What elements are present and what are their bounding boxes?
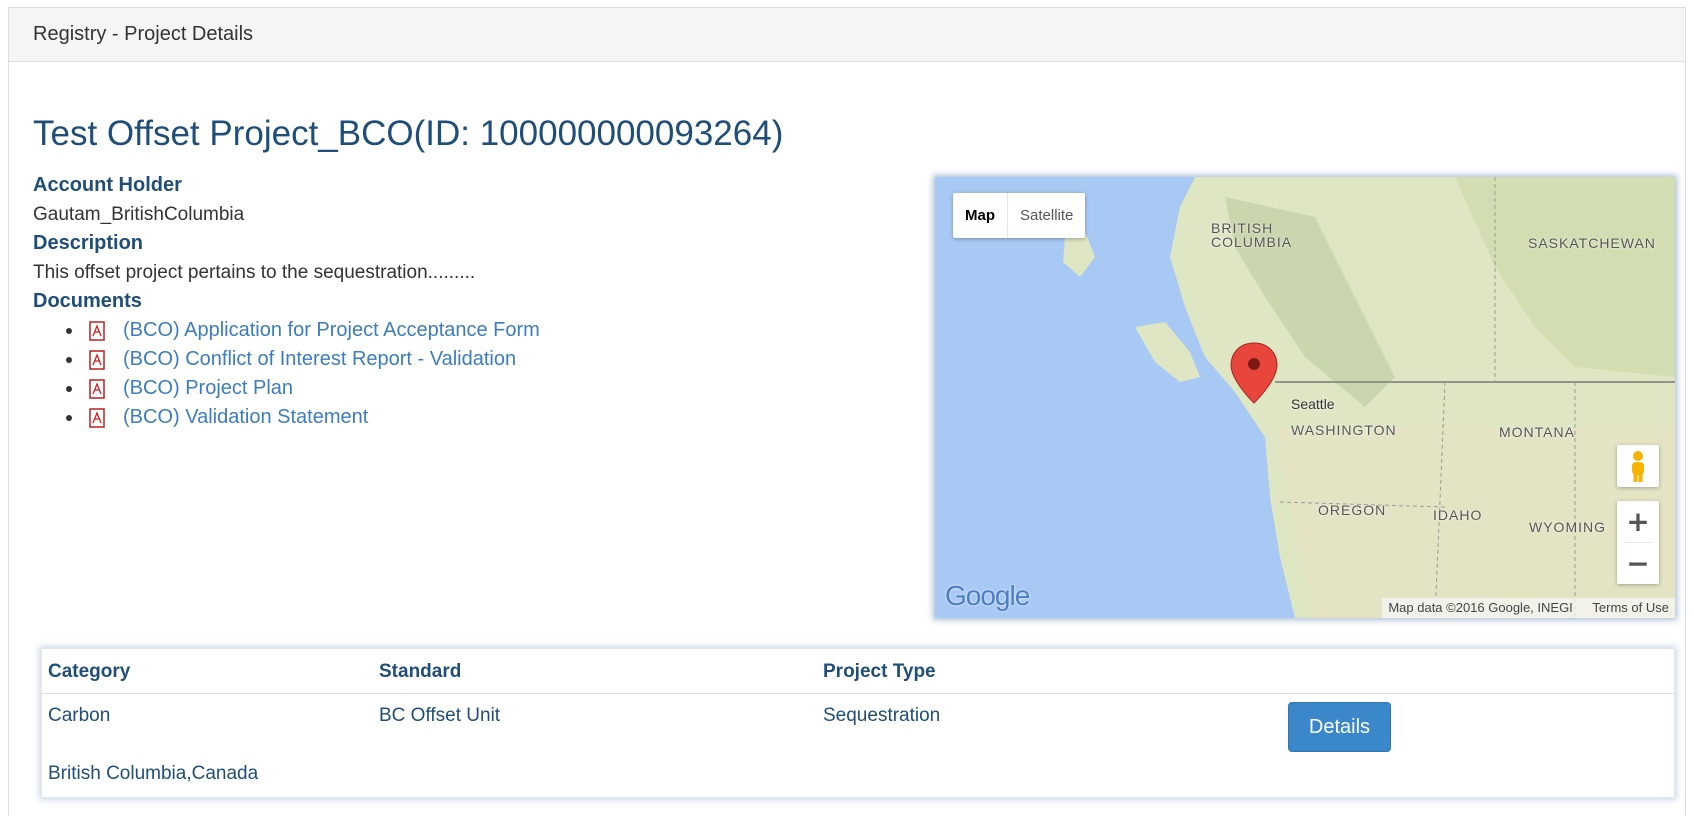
map-attribution: Map data ©2016 Google, INEGI Terms of Us…	[1382, 598, 1675, 618]
panel-heading: Registry - Project Details	[9, 8, 1685, 62]
map-type-satellite-button[interactable]: Satellite	[1008, 193, 1085, 238]
account-holder-label: Account Holder	[33, 174, 182, 196]
pdf-icon	[89, 379, 105, 399]
map-label-saskatchewan: SASKATCHEWAN	[1528, 235, 1656, 251]
pdf-icon	[89, 321, 105, 341]
bullet	[66, 328, 72, 334]
pegman-icon	[1632, 451, 1644, 482]
map-type-control: Map Satellite	[953, 193, 1086, 238]
page-title: Test Offset Project_BCO(ID: 100000000093…	[33, 114, 784, 153]
project-info: Account Holder Gautam_BritishColumbia De…	[33, 171, 913, 432]
bullet	[66, 357, 72, 363]
list-item: (BCO) Application for Project Acceptance…	[66, 316, 913, 345]
list-item: (BCO) Conflict of Interest Report - Vali…	[66, 345, 913, 374]
pdf-icon	[89, 350, 105, 370]
cell-category: Carbon	[48, 705, 111, 726]
description-label: Description	[33, 232, 144, 254]
zoom-out-button[interactable]: −	[1617, 543, 1659, 584]
bullet	[66, 386, 72, 392]
project-summary-table: Category Standard Project Type Carbon BC…	[41, 648, 1675, 798]
list-item: (BCO) Validation Statement	[66, 403, 913, 432]
description-value: This offset project pertains to the sequ…	[33, 262, 476, 283]
list-item: (BCO) Project Plan	[66, 374, 913, 403]
map-label-seattle: Seattle	[1291, 396, 1335, 412]
map-label-washington: WASHINGTON	[1291, 422, 1397, 438]
documents-list: (BCO) Application for Project Acceptance…	[33, 316, 913, 432]
pdf-icon	[89, 408, 105, 428]
cell-location: British Columbia,Canada	[48, 763, 259, 784]
cell-standard: BC Offset Unit	[379, 705, 501, 726]
map-type-map-button[interactable]: Map	[953, 193, 1008, 238]
bullet	[66, 415, 72, 421]
document-link-conflict-of-interest[interactable]: (BCO) Conflict of Interest Report - Vali…	[123, 348, 516, 370]
documents-label: Documents	[33, 290, 142, 312]
map-label-montana: MONTANA	[1499, 424, 1575, 440]
map-label-wyoming: WYOMING	[1529, 519, 1606, 535]
project-details-panel: Registry - Project Details Test Offset P…	[8, 7, 1686, 816]
map-widget[interactable]: Map Satellite BRITISH COLUMBIA SASKATCHE…	[935, 177, 1675, 618]
zoom-in-button[interactable]: +	[1617, 501, 1659, 542]
details-button[interactable]: Details	[1288, 702, 1391, 752]
table-header-row: Category Standard Project Type	[42, 649, 1674, 694]
cell-project-type: Sequestration	[823, 705, 941, 726]
map-label-british-columbia: BRITISH COLUMBIA	[1211, 220, 1293, 250]
street-view-pegman-button[interactable]	[1617, 445, 1659, 487]
document-link-project-plan[interactable]: (BCO) Project Plan	[123, 377, 293, 399]
document-link-validation-statement[interactable]: (BCO) Validation Statement	[123, 406, 368, 428]
column-header-standard: Standard	[379, 661, 462, 682]
column-header-project-type: Project Type	[823, 661, 936, 682]
google-logo: Google	[945, 580, 1030, 611]
map-label-idaho: IDAHO	[1433, 507, 1483, 523]
account-holder-value: Gautam_BritishColumbia	[33, 204, 245, 225]
map-label-oregon: OREGON	[1318, 502, 1387, 518]
zoom-control: + −	[1617, 501, 1659, 584]
map-attribution-text: Map data ©2016 Google, INEGI	[1388, 600, 1573, 615]
column-header-category: Category	[48, 661, 131, 682]
document-link-application[interactable]: (BCO) Application for Project Acceptance…	[123, 319, 540, 341]
terms-of-use-link[interactable]: Terms of Use	[1592, 600, 1669, 615]
